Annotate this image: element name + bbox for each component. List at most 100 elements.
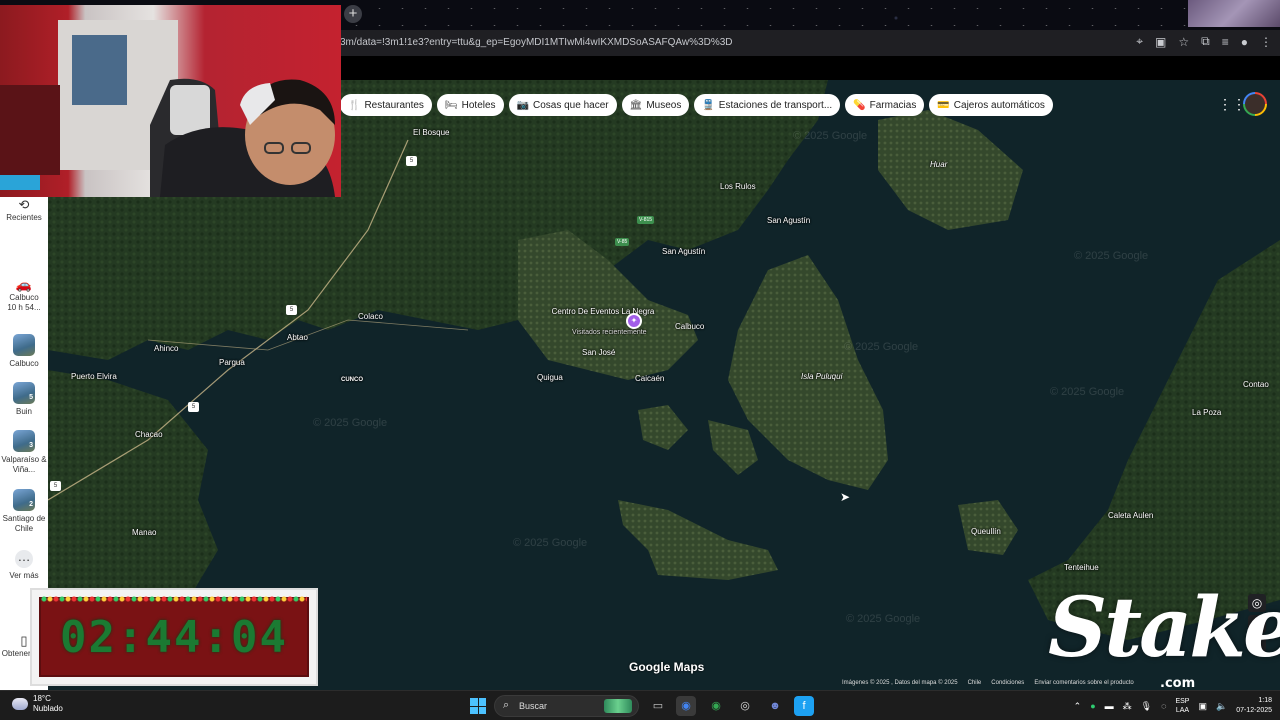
cloud-icon bbox=[12, 698, 28, 710]
taskbar-search[interactable]: ⌕ Buscar bbox=[494, 695, 639, 717]
place-label[interactable]: La Poza bbox=[1192, 408, 1221, 417]
chip-estaciones[interactable]: 🚆 Estaciones de transport... bbox=[694, 94, 841, 116]
poi-marker-icon[interactable]: ✦ bbox=[626, 313, 642, 329]
weather-widget[interactable]: 18°C Nublado bbox=[12, 694, 63, 714]
account-avatar[interactable] bbox=[1243, 92, 1267, 116]
chip-cosas-que-hacer[interactable]: 📷 Cosas que hacer bbox=[508, 94, 617, 116]
location-icon[interactable]: ⌖ bbox=[1136, 34, 1143, 49]
language-indicator[interactable]: ESP LAA bbox=[1175, 697, 1189, 715]
sidebar-item-valparaiso[interactable]: 3 Valparaíso & Viña... bbox=[0, 430, 48, 475]
place-label[interactable]: Tenteihue bbox=[1064, 563, 1099, 572]
sidebar-item-santiago[interactable]: 2 Santiago de Chile bbox=[0, 489, 48, 534]
place-label[interactable]: Colaco bbox=[358, 312, 383, 321]
tray-grid-icon[interactable]: ⁂ bbox=[1123, 701, 1132, 712]
map-watermark: © 2025 Google bbox=[846, 613, 921, 625]
sidebar-item-label: Valparaíso & Viña... bbox=[1, 455, 47, 474]
transit-icon: 🚆 bbox=[702, 99, 715, 111]
place-label-poi[interactable]: Centro De Eventos La Negra bbox=[548, 307, 658, 317]
extensions-icon[interactable]: ⧉ bbox=[1201, 34, 1210, 49]
map-watermark: © 2025 Google bbox=[513, 537, 588, 549]
restaurant-icon: 🍴 bbox=[348, 99, 361, 111]
route-shield: 5 bbox=[50, 481, 61, 491]
tab-thumbnail[interactable] bbox=[1188, 0, 1280, 27]
media-icon[interactable]: ≡ bbox=[1222, 35, 1229, 49]
microphone-icon[interactable]: 🎙 bbox=[1141, 701, 1152, 712]
place-label[interactable]: CUNCO bbox=[341, 377, 363, 383]
discord-icon[interactable]: ☻ bbox=[765, 696, 785, 716]
sidebar-item-calbuco[interactable]: Calbuco bbox=[0, 334, 48, 369]
category-chips: 🍴 Restaurantes 🛏 Hoteles 📷 Cosas que hacer … bbox=[340, 94, 1053, 116]
chip-farmacias[interactable]: 💊 Farmacias bbox=[845, 94, 925, 116]
chip-hoteles[interactable]: 🛏 Hoteles bbox=[436, 94, 504, 116]
place-label[interactable]: Caicaén bbox=[635, 374, 664, 383]
search-highlight-icon bbox=[604, 699, 632, 713]
place-label[interactable]: San Agustín bbox=[767, 216, 810, 225]
taskbar-clock[interactable]: 1:18 07-12-2025 bbox=[1236, 696, 1272, 716]
wifi-icon[interactable]: ◌ bbox=[1161, 701, 1166, 711]
map-watermark: © 2025 Google bbox=[1074, 250, 1149, 262]
sidebar-item-label: Calbuco bbox=[9, 359, 39, 368]
place-label[interactable]: San José bbox=[582, 348, 615, 357]
place-label[interactable]: Los Rulos bbox=[720, 182, 756, 191]
search-icon: ⌕ bbox=[503, 699, 510, 711]
sidebar-item-buin[interactable]: 5 Buin bbox=[0, 382, 48, 417]
install-app-icon[interactable]: ▣ bbox=[1155, 35, 1166, 49]
imagery-credit: Imágenes © 2025 , Datos del mapa © 2025 bbox=[842, 680, 958, 686]
windows-start-icon[interactable] bbox=[470, 698, 486, 714]
sidebar-item-label: Calbuco bbox=[9, 293, 39, 302]
system-tray: ⌃ ● ▬ ⁂ 🎙 ◌ ESP LAA ▣ 🔈 1:18 07-12-2025 bbox=[1074, 691, 1272, 720]
place-label[interactable]: San Agustín bbox=[662, 247, 705, 256]
new-tab-button[interactable]: + bbox=[344, 5, 362, 23]
history-icon: ⟲ bbox=[18, 197, 30, 212]
chip-cajeros[interactable]: 💳 Cajeros automáticos bbox=[929, 94, 1053, 116]
task-view-icon[interactable]: ▭ bbox=[648, 696, 668, 716]
place-label[interactable]: Abtao bbox=[287, 333, 308, 342]
map-watermark: © 2025 Google bbox=[844, 341, 919, 353]
app-icon[interactable]: f bbox=[794, 696, 814, 716]
menu-icon[interactable]: ⋮ bbox=[1260, 35, 1272, 49]
chip-label: Farmacias bbox=[869, 99, 917, 111]
country-link[interactable]: Chile bbox=[968, 680, 982, 686]
tray-app-icon[interactable]: ▬ bbox=[1105, 701, 1114, 711]
volume-icon[interactable]: 🔈 bbox=[1216, 701, 1227, 712]
place-sublabel: Visitados recientemente bbox=[572, 329, 647, 336]
status-dot-icon[interactable]: ● bbox=[1090, 701, 1095, 711]
place-label[interactable]: El Bosque bbox=[413, 128, 449, 137]
feedback-link[interactable]: Enviar comentarios sobre el producto bbox=[1034, 680, 1133, 686]
sidebar-item-recent[interactable]: ⟲ Recientes bbox=[0, 197, 48, 223]
url-text[interactable]: 3m/data=!3m1!1e3?entry=ttu&g_ep=EgoyMDI1… bbox=[340, 37, 733, 48]
car-icon: 🚗 bbox=[15, 277, 33, 292]
terms-link[interactable]: Condiciones bbox=[991, 680, 1024, 686]
place-label[interactable]: Queullín bbox=[971, 527, 1001, 536]
place-thumbnail: 3 bbox=[13, 430, 35, 452]
place-label[interactable]: Contao bbox=[1243, 380, 1269, 389]
route-shield-green: V-815 bbox=[637, 216, 655, 224]
place-label[interactable]: Manao bbox=[132, 528, 156, 537]
bookmark-star-icon[interactable]: ☆ bbox=[1178, 35, 1189, 49]
sidebar-item-more[interactable]: … Ver más bbox=[0, 550, 48, 581]
chrome-icon[interactable]: ◉ bbox=[676, 696, 696, 716]
chip-label: Restaurantes bbox=[364, 99, 424, 111]
profile-icon[interactable]: ● bbox=[1241, 35, 1248, 49]
place-label[interactable]: Chacao bbox=[135, 430, 163, 439]
chip-museos[interactable]: 🏛 Museos bbox=[621, 94, 690, 116]
network-icon[interactable]: ▣ bbox=[1198, 701, 1207, 712]
chip-label: Cosas que hacer bbox=[533, 99, 609, 111]
place-label[interactable]: Calbuco bbox=[675, 322, 704, 331]
chrome-alt-icon[interactable]: ◉ bbox=[706, 696, 726, 716]
map-attribution: Imágenes © 2025 , Datos del mapa © 2025 … bbox=[842, 680, 1134, 686]
place-label[interactable]: Isla Puluqui bbox=[801, 372, 842, 381]
place-label[interactable]: Caleta Aulen bbox=[1108, 511, 1153, 520]
chip-label: Hoteles bbox=[461, 99, 496, 111]
chip-restaurantes[interactable]: 🍴 Restaurantes bbox=[340, 94, 432, 116]
place-label[interactable]: Puerto Elvira bbox=[71, 372, 117, 381]
place-label[interactable]: Pargua bbox=[219, 358, 245, 367]
obs-icon[interactable]: ◎ bbox=[735, 696, 755, 716]
tray-expand-icon[interactable]: ⌃ bbox=[1074, 701, 1082, 712]
map-watermark: © 2025 Google bbox=[313, 417, 388, 429]
camera-icon: 📷 bbox=[516, 99, 529, 111]
place-label[interactable]: Quigua bbox=[537, 373, 563, 382]
sidebar-item-route[interactable]: 🚗 Calbuco 10 h 54... bbox=[0, 277, 48, 313]
place-label[interactable]: Ahinco bbox=[154, 344, 178, 353]
place-label[interactable]: Huar bbox=[930, 160, 947, 169]
